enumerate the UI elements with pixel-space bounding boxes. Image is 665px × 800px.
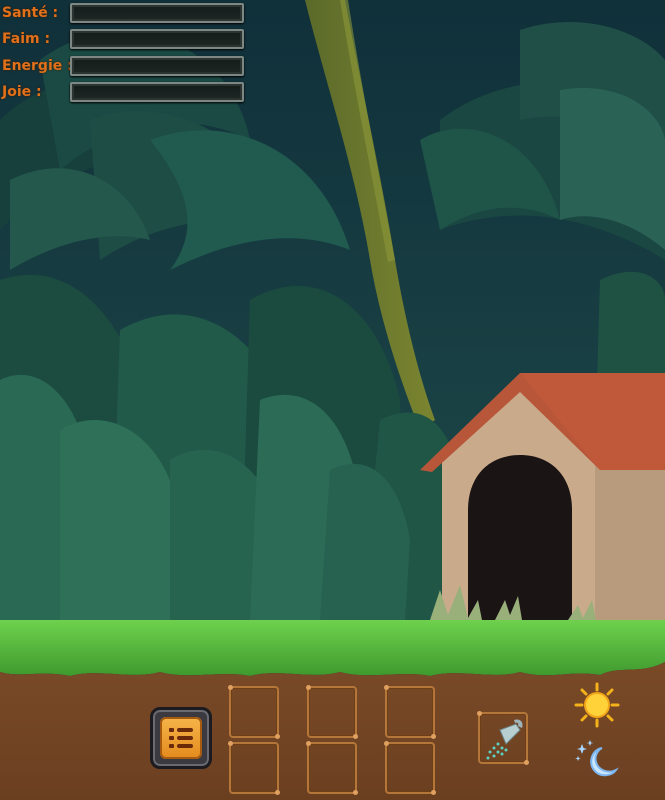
inventory-slot[interactable] bbox=[384, 685, 436, 739]
health-label: Santé : bbox=[2, 5, 59, 21]
grass-strip bbox=[0, 620, 665, 676]
shower-tool-slot[interactable] bbox=[477, 711, 529, 765]
menu-button[interactable] bbox=[150, 707, 212, 769]
hunger-bar bbox=[70, 29, 244, 49]
hunger-label: Faim : bbox=[2, 31, 51, 47]
moon-icon[interactable] bbox=[572, 736, 622, 786]
inventory-slot[interactable] bbox=[384, 741, 436, 795]
health-bar bbox=[70, 3, 244, 23]
shower-icon bbox=[486, 719, 523, 760]
joy-label: Joie : bbox=[2, 84, 42, 100]
list-icon bbox=[160, 717, 202, 759]
inventory-slot[interactable] bbox=[228, 741, 280, 795]
energy-bar bbox=[70, 56, 244, 76]
sun-icon[interactable] bbox=[574, 682, 620, 728]
inventory-slot[interactable] bbox=[306, 685, 358, 739]
energy-label: Energie : bbox=[2, 58, 73, 74]
inventory-slot[interactable] bbox=[306, 741, 358, 795]
jungle-scene bbox=[0, 0, 665, 800]
joy-bar bbox=[70, 82, 244, 102]
inventory-slot[interactable] bbox=[228, 685, 280, 739]
